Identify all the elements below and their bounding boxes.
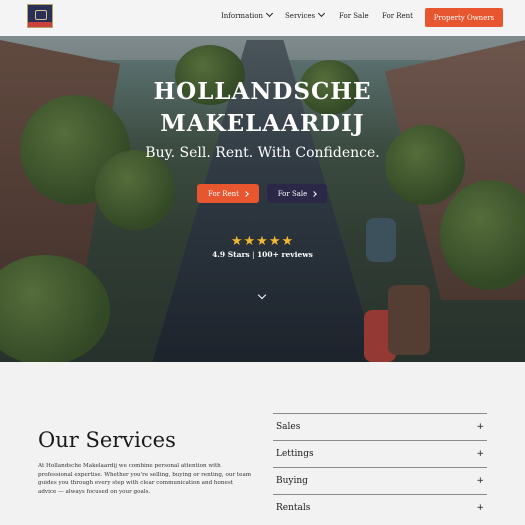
services-description: At Hollandsche Makelaardij we combine pe… — [38, 463, 252, 495]
nav-item-for-rent[interactable]: For Rent — [382, 12, 413, 20]
accordion-label: Sales — [276, 422, 301, 432]
plus-icon: + — [476, 422, 484, 432]
crest-logo-icon[interactable] — [27, 4, 53, 28]
rating-value: 4.9 Stars — [212, 250, 250, 259]
for-rent-button[interactable]: For Rent — [197, 184, 259, 203]
accordion-label: Lettings — [276, 449, 314, 459]
plus-icon: + — [476, 449, 484, 459]
accordion-label: Rentals — [276, 503, 311, 513]
review-count: 100+ reviews — [256, 250, 313, 259]
chevron-down-icon — [318, 9, 326, 18]
for-rent-label: For Rent — [208, 189, 239, 198]
nav-item-information[interactable]: Information — [221, 9, 274, 20]
chevron-right-icon — [311, 190, 318, 197]
crest-bar — [28, 22, 52, 27]
hero-section — [0, 0, 525, 362]
for-sale-button[interactable]: For Sale — [267, 184, 327, 203]
nav-item-label: Information — [221, 12, 264, 20]
for-sale-label: For Sale — [277, 189, 308, 198]
star-rating-icons: ★★★★★ — [230, 234, 295, 249]
hero-title-line2: MAKELAARDIJ — [160, 110, 365, 137]
accordion-lettings[interactable]: Lettings + — [273, 440, 487, 466]
property-owners-button[interactable]: Property Owners — [425, 8, 503, 27]
nav-item-services[interactable]: Services — [285, 9, 326, 20]
hero-subtitle: Buy. Sell. Rent. With Confidence. — [145, 145, 380, 161]
chevron-down-icon — [265, 9, 274, 18]
accordion-sales[interactable]: Sales + — [273, 413, 487, 439]
top-nav: Information Services For Sale For Rent P… — [0, 0, 525, 36]
accordion-rentals[interactable]: Rentals + — [273, 494, 487, 520]
plus-icon: + — [476, 503, 484, 513]
chevron-right-icon — [243, 190, 249, 197]
hero-title-line1: HOLLANDSCHE — [153, 78, 372, 105]
rating-summary: 4.9 Stars | 100+ reviews — [0, 250, 525, 259]
nav-item-for-sale[interactable]: For Sale — [339, 12, 369, 20]
rating-separator: | — [252, 250, 255, 259]
hero-overlay — [0, 0, 525, 362]
nav-item-label: Services — [285, 12, 316, 20]
accordion-label: Buying — [276, 476, 308, 486]
accordion-buying[interactable]: Buying + — [273, 467, 487, 493]
plus-icon: + — [476, 476, 484, 486]
crest-mark — [35, 10, 47, 20]
services-title: Our Services — [38, 428, 176, 452]
